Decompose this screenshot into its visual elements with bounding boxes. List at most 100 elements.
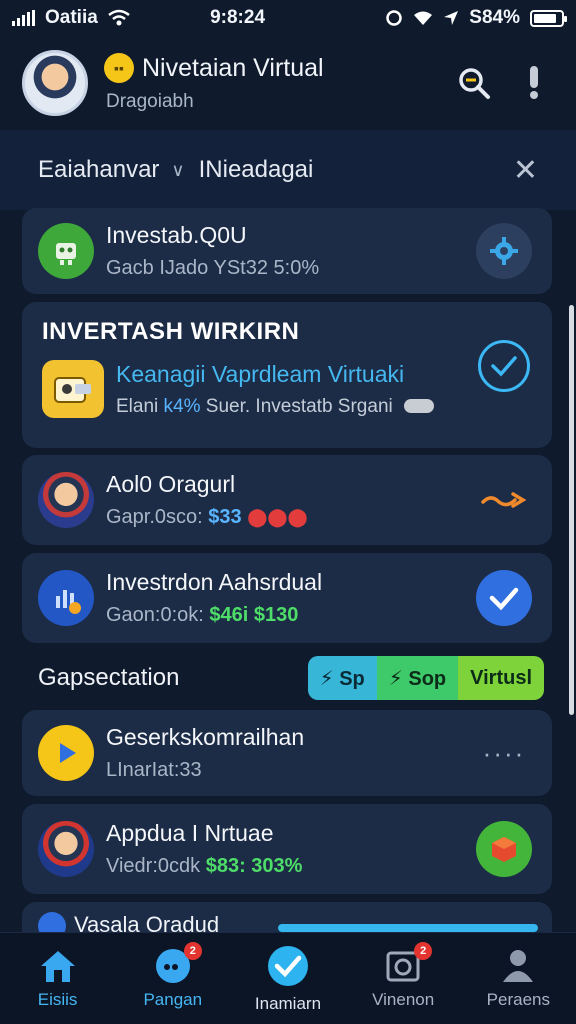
card-text: Appdua I Nrtuae Viedr:0cdk $83: 303% xyxy=(106,820,476,878)
person-icon xyxy=(503,949,534,982)
alert-button[interactable] xyxy=(514,63,554,103)
coin-stack-icon xyxy=(404,399,435,414)
list-item[interactable]: Appdua I Nrtuae Viedr:0cdk $83: 303% xyxy=(22,804,552,894)
highlight-subtitle-accent: k4% xyxy=(163,395,201,417)
pill-sop[interactable]: ⚡ Sop xyxy=(376,656,459,700)
card-text: Aol0 Oragurl Gapr.0sco: $33 ⬤⬤⬤ xyxy=(106,471,476,529)
card-subtitle-value: $83: 303% xyxy=(205,855,303,877)
location-arrow-icon xyxy=(444,11,459,25)
card-subtitle-prefix: Viedr:0cdk xyxy=(106,855,201,877)
notification-badge: 2 xyxy=(414,941,433,960)
check-circle-button[interactable] xyxy=(478,340,530,392)
nav-label: Pangan xyxy=(143,989,203,1009)
status-right: S84% xyxy=(385,7,567,29)
section-title: Gapsectation xyxy=(38,664,180,691)
dots-icon: ⬤⬤⬤ xyxy=(247,507,308,527)
card-title: Appdua I Nrtuae xyxy=(106,820,274,846)
check-icon xyxy=(489,587,519,611)
gear-icon xyxy=(490,237,518,265)
battery-percent: S84% xyxy=(469,7,520,28)
signal-icon xyxy=(12,10,35,26)
scrollbar[interactable] xyxy=(569,305,574,715)
search-icon xyxy=(459,68,490,99)
card-subtitle: Viedr:0cdk $83: 303% xyxy=(106,855,476,878)
play-icon xyxy=(38,725,94,781)
avatar xyxy=(38,821,94,877)
card-subtitle: LInarIat:33 xyxy=(106,759,202,781)
investment-card[interactable]: Investrdon Aahsrdual Gaon:0:ok: $46i $13… xyxy=(22,553,552,643)
filter-secondary-label[interactable]: INieadagai xyxy=(199,156,314,184)
pill-sp[interactable]: ⚡ Sp xyxy=(307,656,377,700)
app-header: ▪▪ Nivetaian Virtual Dragoiabh xyxy=(0,36,576,130)
more-button[interactable]: ···· xyxy=(476,725,532,781)
wifi-small-icon xyxy=(414,11,433,25)
nav-label: Eisiis xyxy=(37,989,78,1009)
highlight-text: Keanagii Vaprdleam Virtuaki Elani k4% Su… xyxy=(116,360,435,418)
exclamation-icon xyxy=(530,66,538,99)
card-subtitle-value: $33 xyxy=(208,506,242,528)
card-text: Investab.Q0U Gacb IJado YSt32 5:0% xyxy=(106,222,476,280)
nav-item-vinenon[interactable]: 2 Vinenon xyxy=(348,941,458,1010)
highlight-title: Keanagii Vaprdleam Virtuaki xyxy=(116,360,405,387)
cube-button[interactable] xyxy=(476,821,532,877)
cube-icon xyxy=(492,837,516,862)
card-title: Aol0 Oragurl xyxy=(106,471,236,497)
list-item[interactable]: Geserkskomrailhan LInarIat:33 ···· xyxy=(22,710,552,796)
card-title: Geserkskomrailhan xyxy=(106,724,305,750)
highlight-card[interactable]: INVERTASH WIRKIRN Keanagii Vaprdleam Vir… xyxy=(22,302,552,448)
filter-bar: Eaiahanvar ∨ INieadagai ✕ xyxy=(0,130,576,210)
home-icon xyxy=(40,950,75,982)
battery-icon xyxy=(530,9,567,27)
nav-label: Peraens xyxy=(486,989,550,1009)
card-title: Investrdon Aahsrdual xyxy=(106,569,323,595)
user-card[interactable]: Aol0 Oragurl Gapr.0sco: $33 ⬤⬤⬤ xyxy=(22,455,552,545)
highlight-subtitle-prefix: Elani xyxy=(116,395,159,417)
more-dots-icon: ···· xyxy=(482,737,526,768)
nav-item-pangan[interactable]: 2 Pangan xyxy=(118,941,228,1010)
card-subtitle: Gapr.0sco: $33 ⬤⬤⬤ xyxy=(106,506,476,529)
header-text: ▪▪ Nivetaian Virtual Dragoiabh xyxy=(104,53,434,113)
nav-item-peraens[interactable]: Peraens xyxy=(463,948,573,1010)
highlight-subtitle: Elani k4% Suer. Investatb Srgani xyxy=(116,395,435,418)
nav-label: Vinenon xyxy=(372,989,435,1009)
filter-dropdown-label[interactable]: Eaiahanvar xyxy=(38,156,159,184)
wifi-icon xyxy=(108,9,130,26)
check-button[interactable] xyxy=(476,570,532,626)
search-button[interactable] xyxy=(454,63,494,103)
wallet-icon xyxy=(42,360,104,418)
nav-item-home[interactable]: Eisiis xyxy=(3,948,113,1010)
check-icon xyxy=(491,356,517,377)
header-subtitle: Dragoiabh xyxy=(106,91,194,112)
close-icon[interactable]: ✕ xyxy=(513,153,538,188)
settings-button[interactable] xyxy=(476,223,532,279)
pill-virtual[interactable]: Virtusl xyxy=(458,656,544,700)
card-subtitle: Gacb IJado YSt32 5:0% xyxy=(106,257,320,279)
progress-bar xyxy=(278,924,538,932)
arrow-right-icon xyxy=(481,492,527,508)
battery-fill xyxy=(534,13,556,23)
nav-item-inamiarn[interactable]: Inamiarn xyxy=(233,944,343,1014)
notification-badge: 2 xyxy=(183,941,202,960)
avatar[interactable] xyxy=(22,50,88,116)
page-title: Nivetaian Virtual xyxy=(142,53,324,82)
avatar xyxy=(38,472,94,528)
highlight-subtitle-rest: Suer. Investatb Srgani xyxy=(205,395,393,417)
card-text: Investrdon Aahsrdual Gaon:0:ok: $46i $13… xyxy=(106,569,476,627)
forward-button[interactable] xyxy=(476,472,532,528)
card-subtitle-prefix: Gaon:0:ok: xyxy=(106,604,204,626)
filter-pill-group: ⚡ Sp ⚡ Sop Virtusl xyxy=(307,656,544,700)
card-text: Geserkskomrailhan LInarIat:33 xyxy=(106,724,476,782)
check-circle-icon xyxy=(267,945,308,986)
nav-label: Inamiarn xyxy=(254,993,322,1013)
status-bar: Oatiia 9:8:24 S84% xyxy=(0,0,576,36)
card-subtitle-value: $46i $130 xyxy=(209,604,299,626)
card-title: Investab.Q0U xyxy=(106,222,247,248)
investment-card[interactable]: Investab.Q0U Gacb IJado YSt32 5:0% xyxy=(22,208,552,294)
alarm-icon xyxy=(386,10,403,26)
card-subtitle-prefix: Gapr.0sco: xyxy=(106,506,203,528)
carrier-label: Oatiia xyxy=(45,7,98,28)
bottom-nav: Eisiis 2 Pangan Inamiarn 2 Vinenon Perae… xyxy=(0,932,576,1024)
status-left: Oatiia xyxy=(12,7,130,29)
coin-icon: ▪▪ xyxy=(104,53,134,83)
chevron-down-icon[interactable]: ∨ xyxy=(171,160,184,181)
